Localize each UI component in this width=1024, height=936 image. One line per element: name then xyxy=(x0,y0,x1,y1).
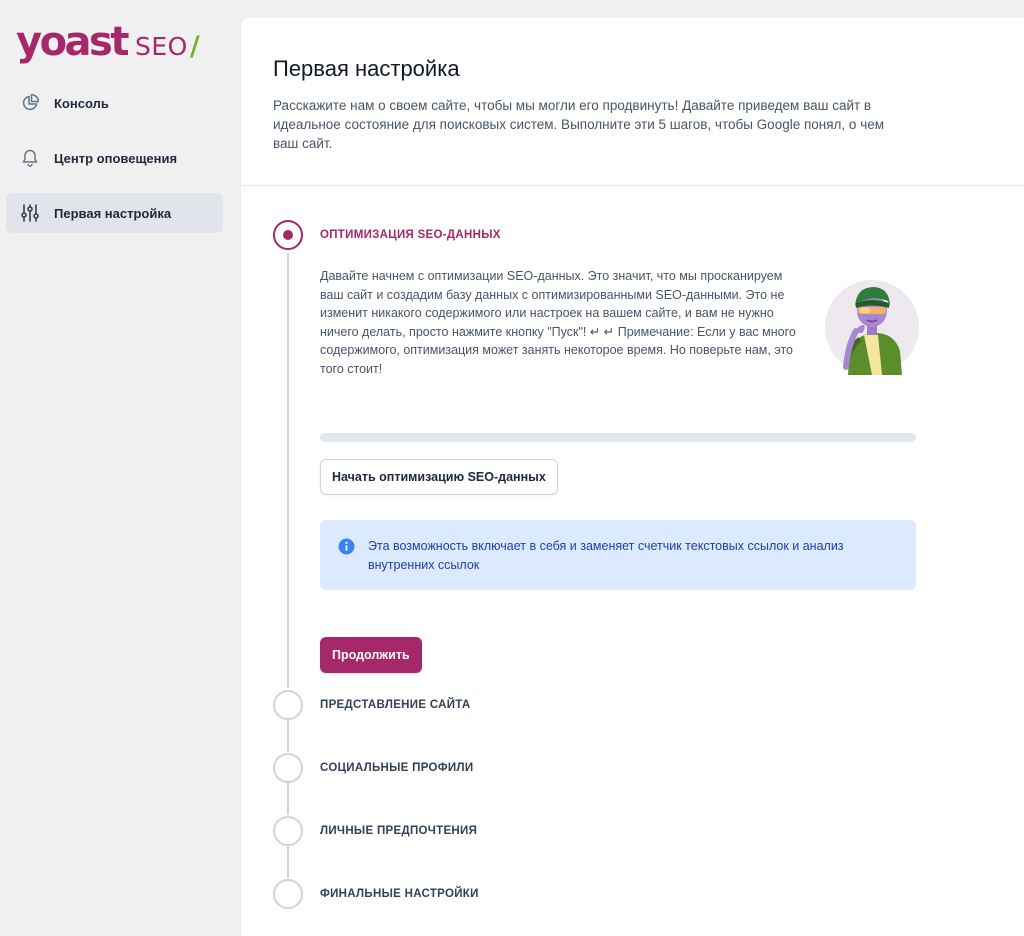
step-indicator xyxy=(273,690,303,720)
step-indicator xyxy=(273,879,303,909)
sidebar-item-first-time-setup[interactable]: Первая настройка xyxy=(6,193,223,233)
main-card: Первая настройка Расскажите нам о своем … xyxy=(241,18,1024,936)
step-title-seo-optimization[interactable]: ОПТИМИЗАЦИЯ SEO-ДАННЫХ xyxy=(320,229,501,241)
character-illustration xyxy=(820,267,920,377)
dashboard-icon xyxy=(20,93,40,113)
step-title-site-representation[interactable]: ПРЕДСТАВЛЕНИЕ САЙТА xyxy=(320,699,471,711)
logo-slash: / xyxy=(189,31,200,62)
optimization-progress-bar xyxy=(320,433,916,442)
step-indicator xyxy=(273,816,303,846)
logo-seo-text: SEO xyxy=(134,32,188,61)
sidebar-item-notifications[interactable]: Центр оповещения xyxy=(6,138,223,178)
continue-button[interactable]: Продолжить xyxy=(320,637,422,673)
info-icon xyxy=(338,538,355,555)
page-description: Расскажите нам о своем сайте, чтобы мы м… xyxy=(273,98,885,151)
yoast-seo-logo[interactable]: yoast SEO / xyxy=(16,14,200,64)
info-alert: Эта возможность включает в себя и заменя… xyxy=(320,520,916,590)
setup-stepper: ОПТИМИЗАЦИЯ SEO-ДАННЫХ Давайте начнем с … xyxy=(241,187,1024,936)
page-header: Первая настройка Расскажите нам о своем … xyxy=(241,18,1024,186)
stepper-line xyxy=(287,782,289,815)
step-description: Давайте начнем с оптимизации SEO-данных.… xyxy=(320,269,796,376)
step-content: Давайте начнем с оптимизации SEO-данных.… xyxy=(320,267,919,673)
step-title-social-profiles[interactable]: СОЦИАЛЬНЫЕ ПРОФИЛИ xyxy=(320,762,473,774)
step-indicator-active xyxy=(273,220,303,250)
stepper-line xyxy=(287,845,289,878)
stepper-line xyxy=(287,253,289,688)
info-alert-text: Эта возможность включает в себя и заменя… xyxy=(368,539,844,572)
sidebar-item-dashboard[interactable]: Консоль xyxy=(6,83,223,123)
step-indicator-dot xyxy=(283,230,293,240)
sidebar-item-label: Консоль xyxy=(54,95,109,111)
bell-icon xyxy=(20,148,40,168)
step-indicator xyxy=(273,753,303,783)
sidebar-item-label: Первая настройка xyxy=(54,205,172,221)
step-title-final-settings[interactable]: ФИНАЛЬНЫЕ НАСТРОЙКИ xyxy=(320,888,479,900)
adjustments-icon xyxy=(20,203,40,223)
sidebar-item-label: Центр оповещения xyxy=(54,150,178,166)
stepper-line xyxy=(287,719,289,752)
sidebar: yoast SEO / Консоль Центр оповещения Пер… xyxy=(0,0,240,936)
logo-wordmark: yoast xyxy=(16,19,129,65)
page-title: Первая настройка xyxy=(273,56,460,81)
sidebar-nav: Консоль Центр оповещения Первая настройк… xyxy=(6,83,223,248)
step-title-personal-preferences[interactable]: ЛИЧНЫЕ ПРЕДПОЧТЕНИЯ xyxy=(320,825,477,837)
start-seo-optimization-button[interactable]: Начать оптимизацию SEO-данных xyxy=(320,459,558,495)
